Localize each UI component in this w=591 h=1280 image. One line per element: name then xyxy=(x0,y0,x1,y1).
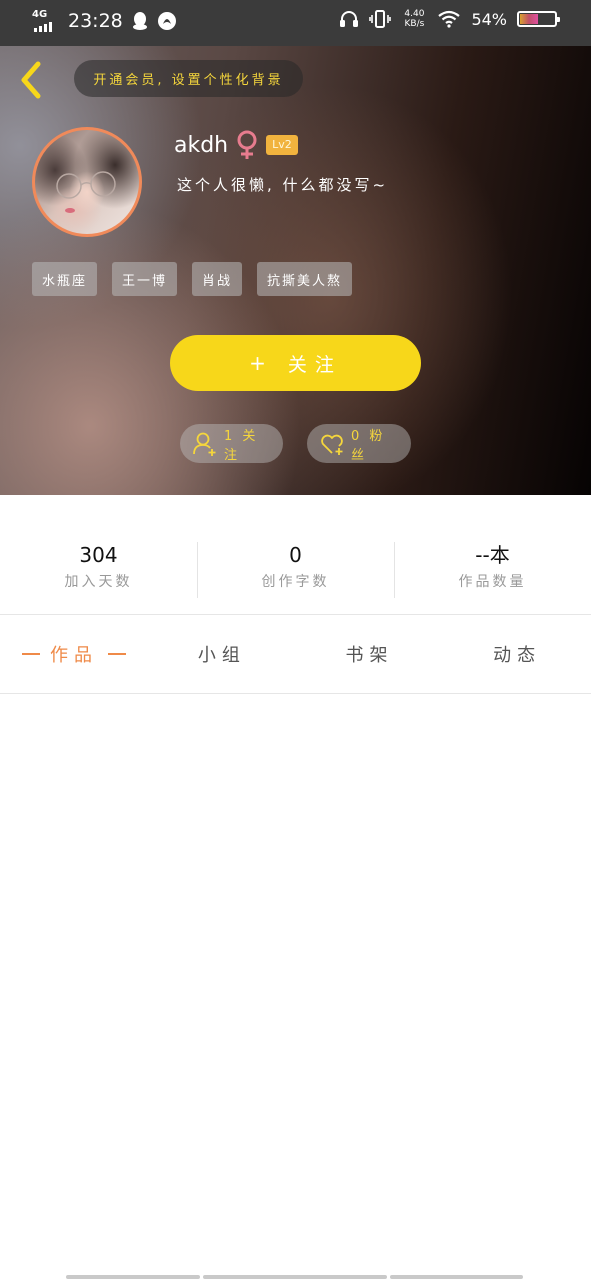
vibrate-icon xyxy=(369,10,392,28)
status-right: 4.40 KB/s 54% xyxy=(339,9,560,29)
stat-label: 作品数量 xyxy=(458,574,527,590)
signature: 这个人很懒, 什么都没写~ xyxy=(177,176,389,194)
stat-value: 304 xyxy=(79,543,118,567)
tag-item[interactable]: 水瓶座 xyxy=(32,262,98,296)
tab-label: 动态 xyxy=(493,645,542,666)
stat-works-count: --本 作品数量 xyxy=(394,530,591,610)
tab-bookshelf[interactable]: 书架 xyxy=(296,615,444,693)
profile-stats: 304 加入天数 0 创作字数 --本 作品数量 xyxy=(0,530,591,610)
username: akdh xyxy=(174,132,229,158)
female-icon xyxy=(237,130,257,159)
home-indicator[interactable] xyxy=(66,1275,525,1280)
following-label: 1 关注 xyxy=(224,428,259,463)
status-bar: 4G 23:28 4.40 KB/s 54% xyxy=(0,0,591,46)
battery-percent: 54% xyxy=(471,9,507,29)
avatar-photo-lips xyxy=(65,208,75,213)
plus-icon: + xyxy=(249,351,266,375)
profile-tabs: 作品 小组 书架 动态 xyxy=(0,615,591,693)
network-speed: 4.40 KB/s xyxy=(401,9,427,29)
stat-word-count: 0 创作字数 xyxy=(197,530,394,610)
network-type: 4G xyxy=(32,9,48,20)
tab-activity[interactable]: 动态 xyxy=(443,615,591,693)
fans-button[interactable]: 0 粉丝 xyxy=(307,424,411,463)
back-button[interactable] xyxy=(14,60,48,100)
tab-indicator xyxy=(22,653,40,655)
battery-fill xyxy=(520,14,539,24)
profile-header: 开通会员, 设置个性化背景 akdh Lv2 这个人很懒, 什么都没写~ 水瓶座… xyxy=(0,46,591,495)
status-left: 4G 23:28 xyxy=(32,10,177,32)
chevron-left-icon xyxy=(21,61,41,99)
battery-icon xyxy=(517,11,560,27)
tab-works[interactable]: 作品 xyxy=(0,615,148,693)
avatar[interactable] xyxy=(32,127,142,237)
following-button[interactable]: 1 关注 xyxy=(180,424,283,463)
app-notification-icon xyxy=(157,12,176,30)
stat-value: 0 xyxy=(289,543,302,567)
stat-value: --本 xyxy=(475,543,510,567)
tag-item[interactable]: 王一博 xyxy=(112,262,178,296)
speed-unit: KB/s xyxy=(404,19,425,29)
vip-banner[interactable]: 开通会员, 设置个性化背景 xyxy=(74,60,303,97)
tab-indicator xyxy=(108,653,126,655)
level-badge: Lv2 xyxy=(266,135,298,155)
follow-button[interactable]: + 关注 xyxy=(170,335,421,391)
headphones-icon xyxy=(340,11,359,27)
stat-label: 创作字数 xyxy=(261,574,330,590)
fans-label: 0 粉丝 xyxy=(351,428,386,463)
wifi-icon xyxy=(438,10,461,28)
tab-groups[interactable]: 小组 xyxy=(148,615,296,693)
tab-label: 书架 xyxy=(345,645,394,666)
user-add-icon xyxy=(193,432,216,456)
tag-item[interactable]: 抗撕美人熬 xyxy=(257,262,353,296)
heart-add-icon xyxy=(321,434,343,455)
stat-label: 加入天数 xyxy=(64,574,133,590)
qq-icon xyxy=(132,12,147,30)
follow-label: 关注 xyxy=(287,353,342,376)
tab-label: 小组 xyxy=(197,645,246,666)
username-row: akdh Lv2 xyxy=(174,130,298,160)
status-time: 23:28 xyxy=(68,10,123,32)
speed-value: 4.40 xyxy=(404,9,425,19)
divider xyxy=(0,693,591,694)
stat-join-days: 304 加入天数 xyxy=(0,530,197,610)
avatar-photo-detail xyxy=(56,171,116,199)
signal-icon: 4G xyxy=(32,10,54,32)
tag-list: 水瓶座 王一博 肖战 抗撕美人熬 xyxy=(32,262,353,296)
tab-label: 作品 xyxy=(50,645,98,666)
tag-item[interactable]: 肖战 xyxy=(192,262,243,296)
